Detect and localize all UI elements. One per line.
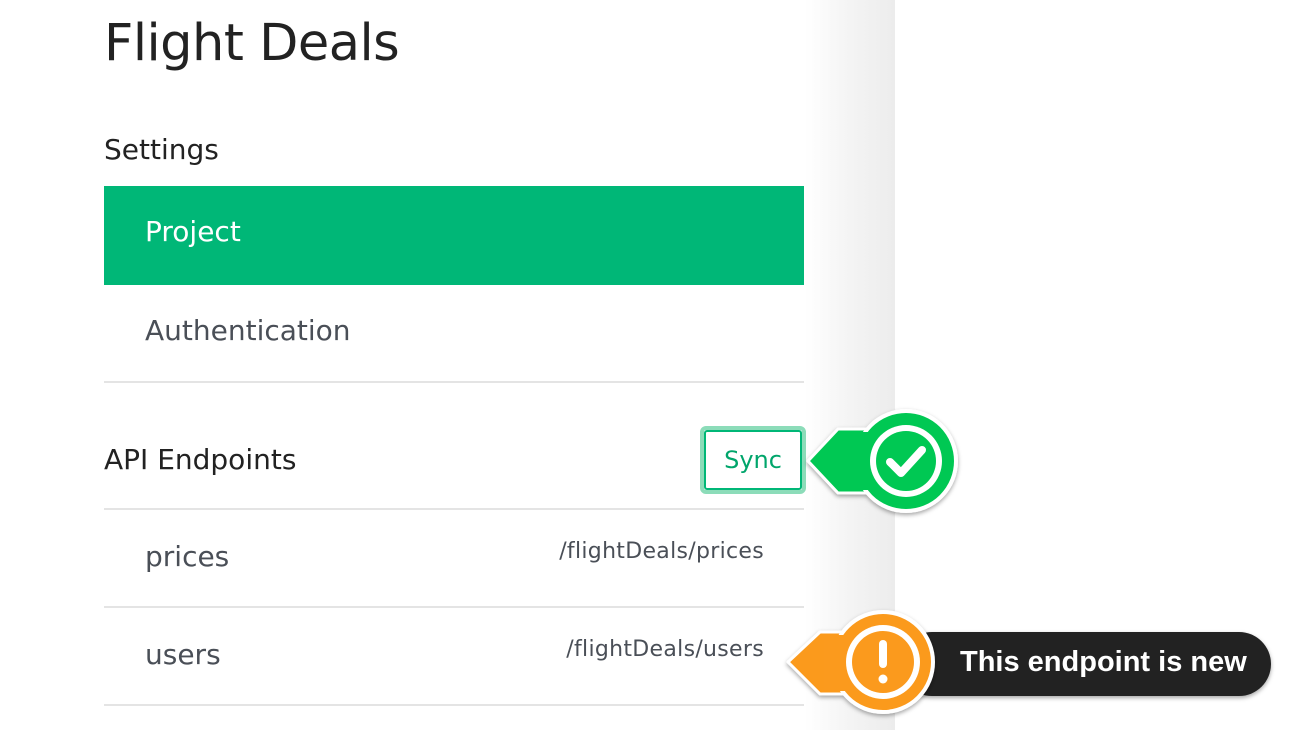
new-endpoint-tooltip: This endpoint is new xyxy=(900,632,1271,696)
page: Flight Deals Settings Project Authentica… xyxy=(0,0,1316,730)
divider xyxy=(104,381,804,383)
project-title: Flight Deals xyxy=(104,14,400,73)
divider xyxy=(104,704,804,706)
nav-item-label: Authentication xyxy=(145,314,351,347)
nav-item-project[interactable]: Project xyxy=(104,186,804,285)
endpoint-row-prices[interactable]: prices /flightDeals/prices xyxy=(104,510,804,607)
endpoint-name: prices xyxy=(145,540,230,573)
settings-panel: Flight Deals Settings Project Authentica… xyxy=(0,0,895,730)
settings-heading: Settings xyxy=(104,133,219,166)
endpoint-path: /flightDeals/prices xyxy=(559,539,764,564)
endpoint-name: users xyxy=(145,638,221,671)
nav-item-authentication[interactable]: Authentication xyxy=(104,285,804,384)
nav-item-label: Project xyxy=(145,215,241,248)
endpoint-row-users[interactable]: users /flightDeals/users xyxy=(104,608,804,705)
exclamation-icon xyxy=(878,640,888,684)
tooltip-text: This endpoint is new xyxy=(960,646,1247,678)
new-endpoint-callout xyxy=(786,610,935,714)
sync-button-label: Sync xyxy=(724,446,782,474)
sync-success-callout xyxy=(806,409,958,513)
endpoint-path: /flightDeals/users xyxy=(566,637,764,662)
api-endpoints-heading: API Endpoints xyxy=(104,443,297,476)
